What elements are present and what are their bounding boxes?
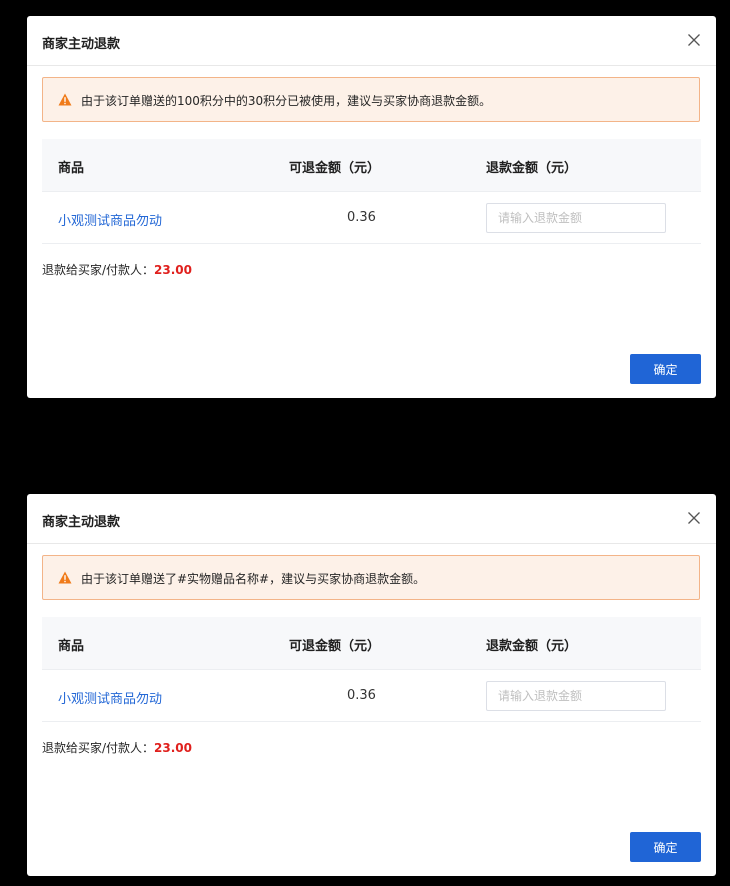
alert-message: 由于该订单赠送的100积分中的30积分已被使用，建议与买家协商退款金额。 bbox=[81, 94, 492, 108]
close-icon[interactable] bbox=[686, 32, 702, 48]
column-header-refundable: 可退金额（元） bbox=[289, 639, 381, 654]
payer-label: 退款给买家/付款人： bbox=[42, 741, 155, 755]
warning-alert: 由于该订单赠送的100积分中的30积分已被使用，建议与买家协商退款金额。 bbox=[42, 77, 700, 122]
refund-table: 商品 可退金额（元） 退款金额（元） 小观测试商品勿动 0.36 bbox=[42, 617, 701, 722]
table-row: 小观测试商品勿动 0.36 bbox=[42, 192, 701, 244]
column-header-refund-amount: 退款金额（元） bbox=[486, 161, 578, 176]
close-icon[interactable] bbox=[686, 510, 702, 526]
table-row: 小观测试商品勿动 0.36 bbox=[42, 670, 701, 722]
product-link[interactable]: 小观测试商品勿动 bbox=[58, 210, 162, 229]
warning-alert: 由于该订单赠送了#实物赠品名称#，建议与买家协商退款金额。 bbox=[42, 555, 700, 600]
column-header-product: 商品 bbox=[58, 639, 85, 654]
payer-summary: 退款给买家/付款人：23.00 bbox=[42, 739, 192, 756]
payer-label: 退款给买家/付款人： bbox=[42, 263, 155, 277]
payer-amount: 23.00 bbox=[154, 263, 193, 277]
payer-summary: 退款给买家/付款人：23.00 bbox=[42, 261, 192, 278]
refund-table: 商品 可退金额（元） 退款金额（元） 小观测试商品勿动 0.36 bbox=[42, 139, 701, 244]
product-link[interactable]: 小观测试商品勿动 bbox=[58, 688, 162, 707]
alert-message: 由于该订单赠送了#实物赠品名称#，建议与买家协商退款金额。 bbox=[81, 572, 426, 586]
table-header: 商品 可退金额（元） 退款金额（元） bbox=[42, 617, 701, 670]
refund-dialog: 商家主动退款 由于该订单赠送了#实物赠品名称#，建议与买家协商退款金额。 商品 … bbox=[27, 494, 716, 876]
dialog-title: 商家主动退款 bbox=[42, 37, 121, 52]
refund-dialog: 商家主动退款 由于该订单赠送的100积分中的30积分已被使用，建议与买家协商退款… bbox=[27, 16, 716, 398]
warning-icon bbox=[58, 93, 72, 106]
dialog-header: 商家主动退款 bbox=[27, 16, 716, 66]
dialog-title: 商家主动退款 bbox=[42, 515, 121, 530]
confirm-button[interactable]: 确定 bbox=[630, 354, 701, 384]
refund-amount-input[interactable] bbox=[486, 681, 666, 711]
column-header-refund-amount: 退款金额（元） bbox=[486, 639, 578, 654]
column-header-refundable: 可退金额（元） bbox=[289, 161, 381, 176]
refundable-amount: 0.36 bbox=[347, 210, 376, 225]
column-header-product: 商品 bbox=[58, 161, 85, 176]
payer-amount: 23.00 bbox=[154, 741, 193, 755]
table-header: 商品 可退金额（元） 退款金额（元） bbox=[42, 139, 701, 192]
dialog-header: 商家主动退款 bbox=[27, 494, 716, 544]
confirm-button[interactable]: 确定 bbox=[630, 832, 701, 862]
refund-amount-input[interactable] bbox=[486, 203, 666, 233]
refundable-amount: 0.36 bbox=[347, 688, 376, 703]
warning-icon bbox=[58, 571, 72, 584]
